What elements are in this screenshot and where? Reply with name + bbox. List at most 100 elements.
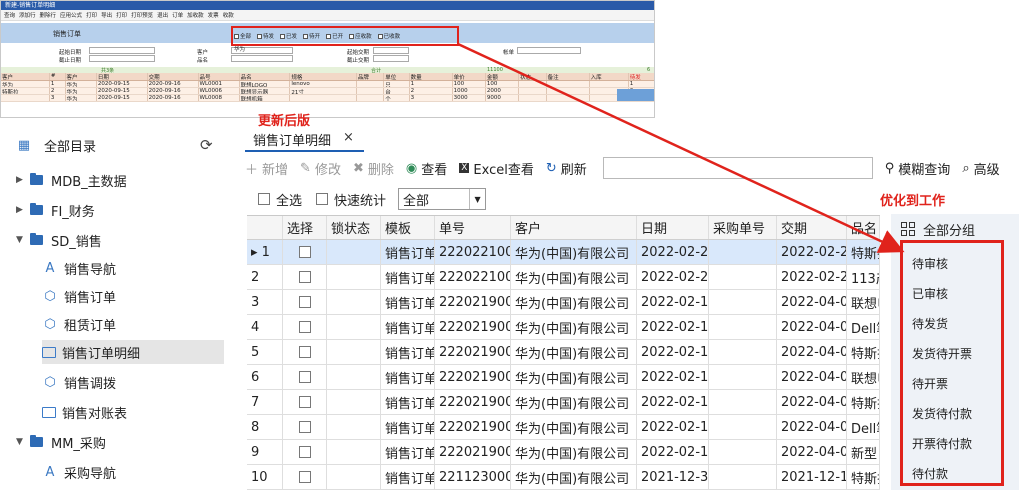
table-row[interactable]: 10 销售订单2211230001华为(中国)有限公司2021-12-30 2021… xyxy=(247,465,880,490)
group-item[interactable]: 待开票 xyxy=(912,370,948,396)
old-toolbar-item[interactable]: 导出 xyxy=(101,11,112,19)
old-toolbar-item[interactable]: 添加行 xyxy=(19,11,36,19)
old-toolbar-item[interactable]: 应用公式 xyxy=(60,11,82,19)
row-checkbox[interactable] xyxy=(299,296,311,308)
chevron-down-icon[interactable]: ▼ xyxy=(16,437,30,447)
table-row[interactable]: 2 销售订单2220221006华为(中国)有限公司2022-02-21 2022-… xyxy=(247,265,880,290)
tree-item[interactable]: 销售订单明细 xyxy=(42,340,224,364)
group-item[interactable]: 待审核 xyxy=(912,250,948,276)
table-row[interactable]: 8 销售订单2220219003华为(中国)有限公司2022-02-19 2022-… xyxy=(247,415,880,440)
group-item[interactable]: 已审核 xyxy=(912,280,948,306)
table-cell: 华为(中国)有限公司 xyxy=(511,465,637,489)
refresh-icon[interactable]: ⟳ xyxy=(200,136,213,154)
tree-item[interactable]: ▶ MDB_主数据 xyxy=(16,168,127,192)
old-product-input[interactable] xyxy=(231,55,293,62)
table-row[interactable]: 9 销售订单2220219003华为(中国)有限公司2022-02-19 2022-… xyxy=(247,440,880,465)
chevron-right-icon[interactable]: ▶ xyxy=(16,175,30,185)
advanced-search-button[interactable]: ⌕ 高级 xyxy=(962,159,999,178)
old-end-date-input[interactable] xyxy=(89,55,155,62)
row-checkbox[interactable] xyxy=(299,471,311,483)
delete-button[interactable]: ✖ 删除 xyxy=(353,159,394,178)
excel-view-button[interactable]: X Excel查看 xyxy=(459,159,534,178)
row-checkbox[interactable] xyxy=(299,321,311,333)
chevron-right-icon[interactable]: ▶ xyxy=(16,205,30,215)
old-toolbar-item[interactable]: 查询 xyxy=(4,11,15,19)
old-start-delivery-input[interactable] xyxy=(373,47,409,54)
grid-header-cell: 采购单号 xyxy=(709,216,777,239)
row-select-cell[interactable] xyxy=(283,240,327,264)
close-icon[interactable]: × xyxy=(343,130,354,150)
old-grid-row[interactable]: 特斯拉 2 华为 2020-09-15 2020-09-16 WL0006 联想显示器 21寸… xyxy=(1,88,654,95)
old-toolbar-item[interactable]: 退出 xyxy=(157,11,168,19)
row-checkbox[interactable] xyxy=(299,371,311,383)
tab-sales-order-detail[interactable]: 销售订单明细 × xyxy=(245,126,364,152)
table-row[interactable]: ▸ 1 销售订单2220221006华为(中国)有限公司2022-02-21 202… xyxy=(247,240,880,265)
row-select-cell[interactable] xyxy=(283,315,327,339)
row-checkbox[interactable] xyxy=(299,446,311,458)
old-toolbar-item[interactable]: 删除行 xyxy=(40,11,57,19)
refresh-button[interactable]: ↻ 刷新 xyxy=(546,159,587,178)
tree-item[interactable]: ▼ SD_销售 xyxy=(16,228,102,252)
tree-item[interactable]: ▼ MM_采购 xyxy=(16,430,106,454)
table-row[interactable]: 4 销售订单2220219004华为(中国)有限公司2022-02-19 2022-… xyxy=(247,315,880,340)
navigation-icon: A xyxy=(45,260,55,276)
edit-button[interactable]: ✎ 修改 xyxy=(300,159,341,178)
fuzzy-search-button[interactable]: ⚲ 模糊查询 xyxy=(885,159,951,178)
old-toolbar-item[interactable]: 订单 xyxy=(172,11,183,19)
row-select-cell[interactable] xyxy=(283,365,327,389)
tree-item[interactable]: 销售对账表 xyxy=(42,400,127,424)
old-grid-row[interactable]: 华为 1 华为 2020-09-15 2020-09-16 WL0001 联想LOGO len… xyxy=(1,81,654,88)
table-row[interactable]: 6 销售订单2220219003华为(中国)有限公司2022-02-19 2022-… xyxy=(247,365,880,390)
select-all-checkbox[interactable] xyxy=(258,193,270,205)
group-item[interactable]: 发货待付款 xyxy=(912,400,972,426)
table-row[interactable]: 5 销售订单2220219004华为(中国)有限公司2022-02-19 2022-… xyxy=(247,340,880,365)
cube-icon: ⬡ xyxy=(44,288,56,304)
old-customer-input[interactable]: 华为 xyxy=(231,47,293,54)
tree-item[interactable]: A 销售导航 xyxy=(42,256,116,280)
group-item[interactable]: 待付款 xyxy=(912,460,948,486)
row-select-cell[interactable] xyxy=(283,415,327,439)
old-toolbar-item[interactable]: 打印 xyxy=(86,11,97,19)
old-toolbar-item[interactable]: 打印 xyxy=(116,11,127,19)
tree-item[interactable]: A 采购导航 xyxy=(42,460,116,484)
row-select-cell[interactable] xyxy=(283,390,327,414)
old-toolbar-item[interactable]: 发票 xyxy=(208,11,219,19)
group-item[interactable]: 开票待付款 xyxy=(912,430,972,456)
row-checkbox[interactable] xyxy=(299,421,311,433)
row-checkbox[interactable] xyxy=(299,346,311,358)
tree-item[interactable]: ⬡ 租赁订单 xyxy=(42,312,116,336)
status-dropdown[interactable]: 全部 ▼ xyxy=(398,188,487,210)
view-button[interactable]: ◉ 查看 xyxy=(406,159,447,178)
old-end-delivery-input[interactable] xyxy=(373,55,409,62)
row-select-cell[interactable] xyxy=(283,465,327,489)
tree-item[interactable]: ⬡ 销售订单 xyxy=(42,284,116,308)
old-grid-tree-cell[interactable] xyxy=(1,95,50,101)
old-grid-tree-cell[interactable]: 华为 xyxy=(1,81,50,87)
row-select-cell[interactable] xyxy=(283,340,327,364)
group-item[interactable]: 发货待开票 xyxy=(912,340,972,366)
old-grid-row[interactable]: 3 华为 2020-09-15 2020-09-16 WL0008 联想机箱个 3 3000 9… xyxy=(1,95,654,102)
table-row[interactable]: 3 销售订单2220219004华为(中国)有限公司2022-02-19 2022-… xyxy=(247,290,880,315)
row-checkbox[interactable] xyxy=(299,396,311,408)
group-item[interactable]: 待发货 xyxy=(912,310,948,336)
add-button[interactable]: ＋新增 xyxy=(245,159,288,178)
chevron-down-icon[interactable]: ▼ xyxy=(16,235,30,245)
row-select-cell[interactable] xyxy=(283,265,327,289)
old-toolbar-item[interactable]: 打印预览 xyxy=(131,11,153,19)
row-select-cell[interactable] xyxy=(283,290,327,314)
old-start-date-input[interactable] xyxy=(89,47,155,54)
quick-stats-checkbox[interactable] xyxy=(316,193,329,205)
old-grid-header-cell: 入库 xyxy=(590,73,629,80)
old-toolbar-item[interactable]: 收款 xyxy=(223,11,234,19)
table-cell: 2220219004 xyxy=(435,315,511,339)
tree-item[interactable]: ⬡ 销售调拨 xyxy=(42,370,116,394)
row-select-cell[interactable] xyxy=(283,440,327,464)
row-checkbox[interactable] xyxy=(299,246,311,258)
tree-item[interactable]: ▶ FI_财务 xyxy=(16,198,95,222)
old-mark-input[interactable] xyxy=(517,47,581,54)
old-toolbar-item[interactable]: 加收款 xyxy=(187,11,204,19)
table-row[interactable]: 7 销售订单2220219003华为(中国)有限公司2022-02-19 2022-… xyxy=(247,390,880,415)
row-checkbox[interactable] xyxy=(299,271,311,283)
search-input[interactable] xyxy=(602,157,873,179)
old-grid-tree-cell[interactable]: 特斯拉 xyxy=(1,88,50,94)
